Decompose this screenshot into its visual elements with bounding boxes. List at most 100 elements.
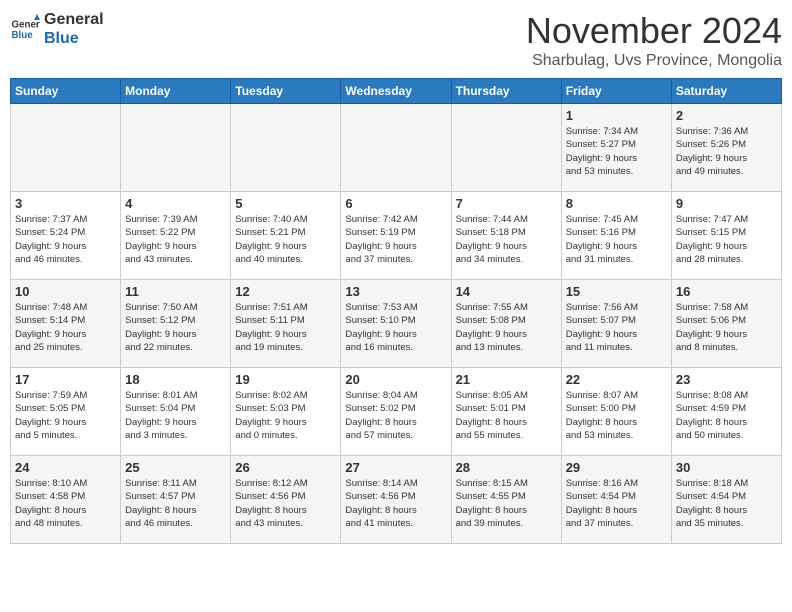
- day-number: 29: [566, 460, 667, 475]
- day-header-thursday: Thursday: [451, 79, 561, 104]
- day-number: 5: [235, 196, 336, 211]
- calendar-cell: 3 Sunrise: 7:37 AM Sunset: 5:24 PM Daylig…: [11, 192, 121, 280]
- day-number: 18: [125, 372, 226, 387]
- day-header-tuesday: Tuesday: [231, 79, 341, 104]
- calendar-cell: 17 Sunrise: 7:59 AM Sunset: 5:05 PM Dayli…: [11, 368, 121, 456]
- day-info: Sunrise: 7:47 AM Sunset: 5:15 PM Dayligh…: [676, 213, 777, 266]
- calendar-cell: [11, 104, 121, 192]
- day-info: Sunrise: 7:45 AM Sunset: 5:16 PM Dayligh…: [566, 213, 667, 266]
- day-number: 13: [345, 284, 446, 299]
- calendar-cell: [451, 104, 561, 192]
- day-number: 25: [125, 460, 226, 475]
- calendar-cell: 20 Sunrise: 8:04 AM Sunset: 5:02 PM Dayli…: [341, 368, 451, 456]
- day-number: 24: [15, 460, 116, 475]
- day-info: Sunrise: 7:42 AM Sunset: 5:19 PM Dayligh…: [345, 213, 446, 266]
- calendar-cell: 10Sunrise: 7:48 AM Sunset: 5:14 PM Dayli…: [11, 280, 121, 368]
- day-info: Sunrise: 7:55 AM Sunset: 5:08 PM Dayligh…: [456, 301, 557, 354]
- day-number: 14: [456, 284, 557, 299]
- day-number: 12: [235, 284, 336, 299]
- day-number: 3: [15, 196, 116, 211]
- svg-text:Blue: Blue: [12, 30, 34, 41]
- day-number: 26: [235, 460, 336, 475]
- day-number: 20: [345, 372, 446, 387]
- day-number: 4: [125, 196, 226, 211]
- calendar-cell: 19Sunrise: 8:02 AM Sunset: 5:03 PM Dayli…: [231, 368, 341, 456]
- day-number: 7: [456, 196, 557, 211]
- day-info: Sunrise: 8:08 AM Sunset: 4:59 PM Dayligh…: [676, 389, 777, 442]
- day-number: 10: [15, 284, 116, 299]
- calendar-cell: [341, 104, 451, 192]
- calendar-cell: 26Sunrise: 8:12 AM Sunset: 4:56 PM Dayli…: [231, 456, 341, 544]
- logo-general: General: [44, 10, 104, 29]
- day-info: Sunrise: 8:18 AM Sunset: 4:54 PM Dayligh…: [676, 477, 777, 530]
- day-header-sunday: Sunday: [11, 79, 121, 104]
- day-info: Sunrise: 7:56 AM Sunset: 5:07 PM Dayligh…: [566, 301, 667, 354]
- calendar-table: SundayMondayTuesdayWednesdayThursdayFrid…: [10, 78, 782, 544]
- calendar-cell: 7 Sunrise: 7:44 AM Sunset: 5:18 PM Daylig…: [451, 192, 561, 280]
- logo-icon: General Blue: [10, 14, 40, 44]
- calendar-cell: 23 Sunrise: 8:08 AM Sunset: 4:59 PM Dayli…: [671, 368, 781, 456]
- calendar-cell: 4 Sunrise: 7:39 AM Sunset: 5:22 PM Daylig…: [121, 192, 231, 280]
- calendar-cell: 16 Sunrise: 7:58 AM Sunset: 5:06 PM Dayli…: [671, 280, 781, 368]
- calendar-cell: 9 Sunrise: 7:47 AM Sunset: 5:15 PM Daylig…: [671, 192, 781, 280]
- day-info: Sunrise: 7:53 AM Sunset: 5:10 PM Dayligh…: [345, 301, 446, 354]
- day-number: 9: [676, 196, 777, 211]
- calendar-cell: 30Sunrise: 8:18 AM Sunset: 4:54 PM Dayli…: [671, 456, 781, 544]
- day-info: Sunrise: 8:16 AM Sunset: 4:54 PM Dayligh…: [566, 477, 667, 530]
- calendar-cell: 5 Sunrise: 7:40 AM Sunset: 5:21 PM Daylig…: [231, 192, 341, 280]
- day-info: Sunrise: 8:11 AM Sunset: 4:57 PM Dayligh…: [125, 477, 226, 530]
- day-info: Sunrise: 8:10 AM Sunset: 4:58 PM Dayligh…: [15, 477, 116, 530]
- day-info: Sunrise: 7:37 AM Sunset: 5:24 PM Dayligh…: [15, 213, 116, 266]
- day-info: Sunrise: 7:51 AM Sunset: 5:11 PM Dayligh…: [235, 301, 336, 354]
- page-header: General Blue General Blue November 2024 …: [10, 10, 782, 70]
- day-number: 28: [456, 460, 557, 475]
- day-number: 23: [676, 372, 777, 387]
- calendar-cell: 29 Sunrise: 8:16 AM Sunset: 4:54 PM Dayli…: [561, 456, 671, 544]
- calendar-cell: 22 Sunrise: 8:07 AM Sunset: 5:00 PM Dayli…: [561, 368, 671, 456]
- day-number: 16: [676, 284, 777, 299]
- day-info: Sunrise: 7:50 AM Sunset: 5:12 PM Dayligh…: [125, 301, 226, 354]
- day-number: 17: [15, 372, 116, 387]
- day-number: 15: [566, 284, 667, 299]
- day-info: Sunrise: 7:34 AM Sunset: 5:27 PM Dayligh…: [566, 125, 667, 178]
- calendar-cell: 12 Sunrise: 7:51 AM Sunset: 5:11 PM Dayli…: [231, 280, 341, 368]
- logo-blue: Blue: [44, 29, 104, 48]
- day-info: Sunrise: 7:40 AM Sunset: 5:21 PM Dayligh…: [235, 213, 336, 266]
- day-info: Sunrise: 7:36 AM Sunset: 5:26 PM Dayligh…: [676, 125, 777, 178]
- day-info: Sunrise: 8:07 AM Sunset: 5:00 PM Dayligh…: [566, 389, 667, 442]
- calendar-cell: 21Sunrise: 8:05 AM Sunset: 5:01 PM Dayli…: [451, 368, 561, 456]
- day-number: 27: [345, 460, 446, 475]
- calendar-cell: [231, 104, 341, 192]
- day-header-saturday: Saturday: [671, 79, 781, 104]
- calendar-cell: 27Sunrise: 8:14 AM Sunset: 4:56 PM Dayli…: [341, 456, 451, 544]
- day-number: 21: [456, 372, 557, 387]
- calendar-cell: 11 Sunrise: 7:50 AM Sunset: 5:12 PM Dayli…: [121, 280, 231, 368]
- calendar-cell: 6 Sunrise: 7:42 AM Sunset: 5:19 PM Daylig…: [341, 192, 451, 280]
- day-number: 19: [235, 372, 336, 387]
- month-title: November 2024: [526, 10, 782, 52]
- calendar-cell: 2 Sunrise: 7:36 AM Sunset: 5:26 PM Daylig…: [671, 104, 781, 192]
- day-number: 11: [125, 284, 226, 299]
- svg-text:General: General: [12, 20, 41, 31]
- day-number: 1: [566, 108, 667, 123]
- logo: General Blue General Blue: [10, 10, 104, 48]
- day-info: Sunrise: 8:01 AM Sunset: 5:04 PM Dayligh…: [125, 389, 226, 442]
- day-number: 22: [566, 372, 667, 387]
- day-header-monday: Monday: [121, 79, 231, 104]
- day-info: Sunrise: 7:44 AM Sunset: 5:18 PM Dayligh…: [456, 213, 557, 266]
- calendar-cell: 14 Sunrise: 7:55 AM Sunset: 5:08 PM Dayli…: [451, 280, 561, 368]
- day-info: Sunrise: 8:15 AM Sunset: 4:55 PM Dayligh…: [456, 477, 557, 530]
- day-header-wednesday: Wednesday: [341, 79, 451, 104]
- calendar-cell: 24 Sunrise: 8:10 AM Sunset: 4:58 PM Dayli…: [11, 456, 121, 544]
- day-info: Sunrise: 7:58 AM Sunset: 5:06 PM Dayligh…: [676, 301, 777, 354]
- day-header-friday: Friday: [561, 79, 671, 104]
- calendar-cell: 25 Sunrise: 8:11 AM Sunset: 4:57 PM Dayli…: [121, 456, 231, 544]
- day-info: Sunrise: 7:59 AM Sunset: 5:05 PM Dayligh…: [15, 389, 116, 442]
- calendar-cell: 18 Sunrise: 8:01 AM Sunset: 5:04 PM Dayli…: [121, 368, 231, 456]
- day-info: Sunrise: 8:04 AM Sunset: 5:02 PM Dayligh…: [345, 389, 446, 442]
- day-number: 8: [566, 196, 667, 211]
- day-number: 6: [345, 196, 446, 211]
- day-info: Sunrise: 7:39 AM Sunset: 5:22 PM Dayligh…: [125, 213, 226, 266]
- day-number: 2: [676, 108, 777, 123]
- calendar-cell: 1 Sunrise: 7:34 AM Sunset: 5:27 PM Daylig…: [561, 104, 671, 192]
